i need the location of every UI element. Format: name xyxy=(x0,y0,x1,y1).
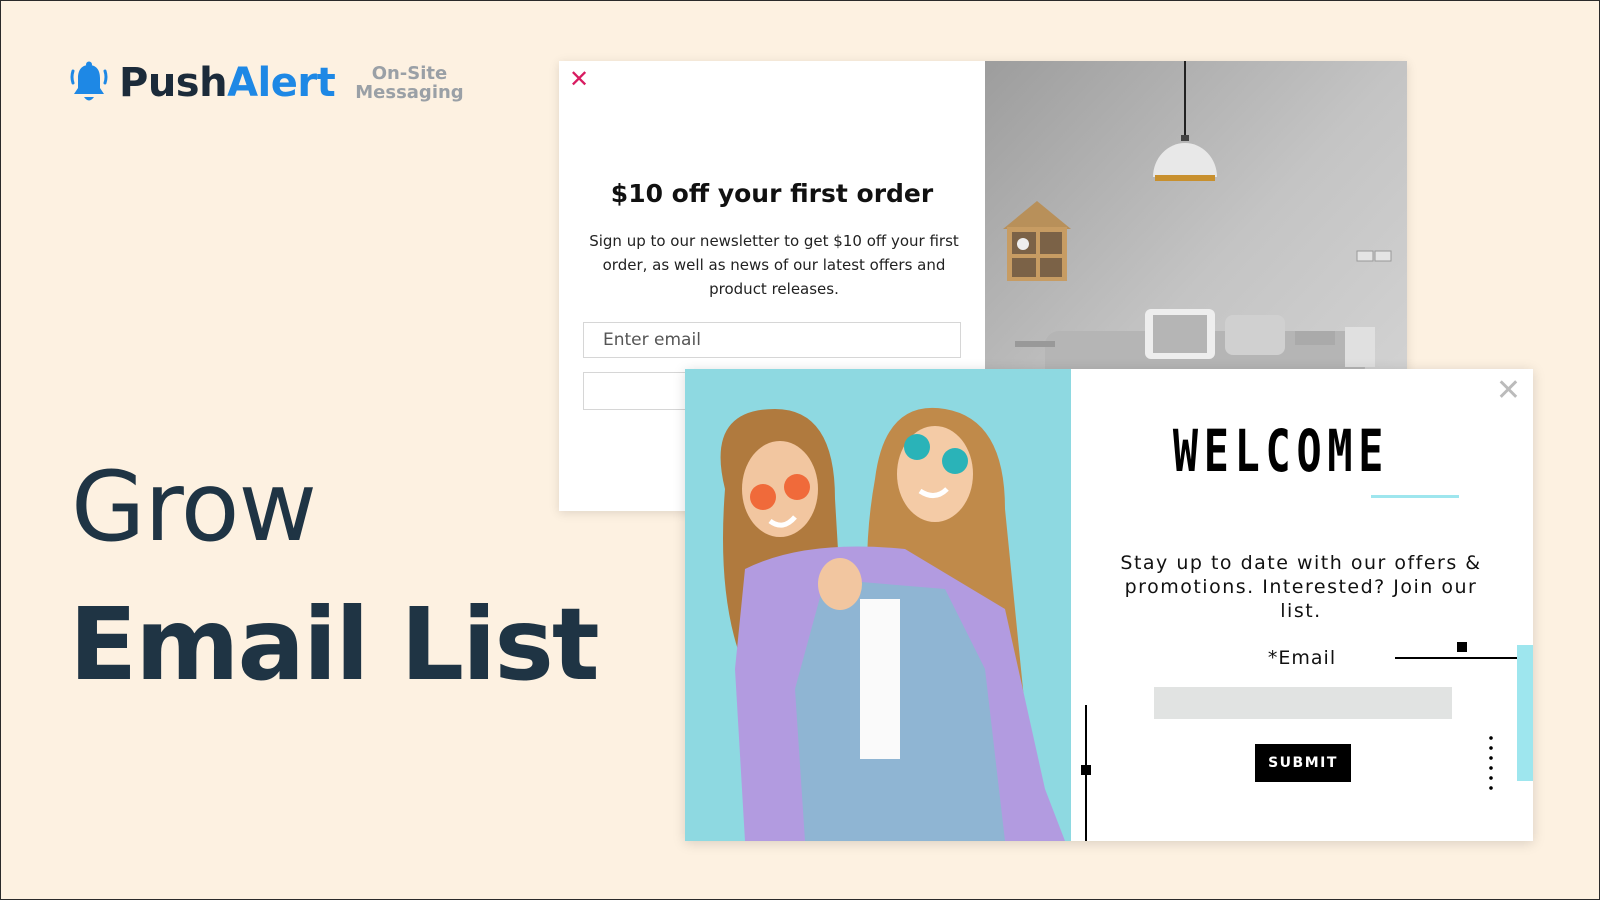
close-icon[interactable]: ✕ xyxy=(569,65,589,93)
tagline-line2: Messaging xyxy=(355,82,464,103)
brand-push: Push xyxy=(119,60,228,106)
welcome-title: WELCOME xyxy=(1172,417,1390,485)
pushalert-logo: PushAlert On-Site Messaging xyxy=(69,59,464,107)
welcome-popup-form-panel: ✕ WELCOME Stay up to date with our offer… xyxy=(1071,369,1533,841)
brand-tagline: On-Site Messaging xyxy=(355,64,463,102)
headline-grow: Grow xyxy=(71,451,317,563)
deco-square-top xyxy=(1457,642,1467,652)
deco-dots xyxy=(1489,733,1493,793)
photo-illustration xyxy=(685,369,1071,841)
discount-popup-title: $10 off your first order xyxy=(610,179,934,208)
discount-popup-description: Sign up to our newsletter to get $10 off… xyxy=(589,232,959,298)
brand-alert: Alert xyxy=(227,60,336,106)
tagline-line1: On-Site xyxy=(371,63,448,84)
deco-line-right xyxy=(1395,657,1533,659)
deco-cyan-bar xyxy=(1517,645,1533,781)
submit-button[interactable]: SUBMIT xyxy=(1255,744,1351,782)
close-icon[interactable]: ✕ xyxy=(1496,373,1521,408)
deco-square-left xyxy=(1081,765,1091,775)
headline-email-list: Email List xyxy=(69,586,600,703)
email-field[interactable] xyxy=(1154,687,1452,719)
brand-name: PushAlert xyxy=(119,60,336,106)
welcome-description: Stay up to date with our offers & promot… xyxy=(1120,552,1482,622)
welcome-popup: ✕ WELCOME Stay up to date with our offer… xyxy=(685,369,1533,841)
bell-icon xyxy=(70,61,108,101)
title-underline xyxy=(1371,495,1459,498)
email-input[interactable]: Enter email xyxy=(583,322,961,358)
women-photo xyxy=(685,369,1071,841)
